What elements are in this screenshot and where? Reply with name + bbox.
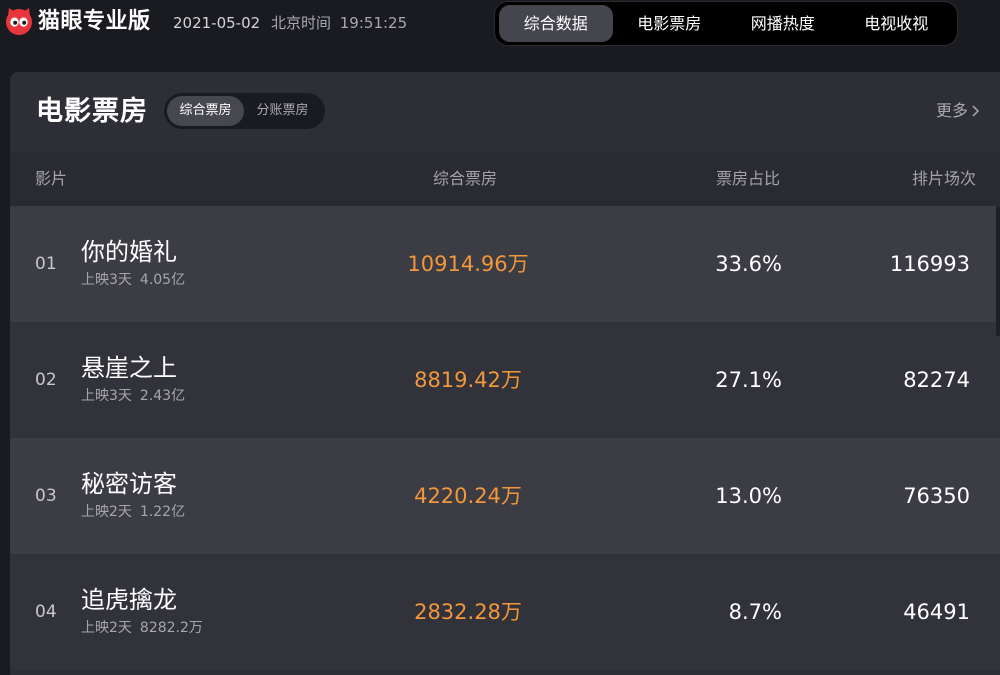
table-row[interactable]: 01 你的婚礼 上映3天 4.05亿 10914.96万 33.6% 116993 [10,206,1000,322]
timezone-label: 北京时间 [270,14,331,32]
daily-boxoffice: 2832.28万 [414,600,522,624]
row-rank: 03 [35,486,57,506]
table-row[interactable]: 04 追虎擒龙 上映2天 8282.2万 2832.28万 8.7% 46491 [10,554,1000,670]
release-days: 上映3天 [81,272,132,288]
column-header-film: 影片 [35,169,68,188]
boxoffice-ratio: 27.1% [715,368,782,392]
release-days: 上映2天 [81,504,132,520]
column-header-boxoffice: 综合票房 [433,169,498,188]
show-count: 82274 [903,368,970,392]
column-header-shows: 排片场次 [911,169,976,188]
app-logo-text[interactable]: 猫眼专业版 [38,7,151,37]
row-rank: 04 [35,602,57,622]
tab-tv-ratings[interactable]: 电视收视 [840,5,954,42]
tab-movie-boxoffice[interactable]: 电影票房 [613,5,727,42]
film-title[interactable]: 秘密访客 [81,469,177,499]
datetime-display: 2021-05-02 北京时间 19:51:25 [173,13,407,33]
table-header: 影片 综合票房 票房占比 排片场次 [10,152,1000,206]
top-bar: 猫眼专业版 2021-05-02 北京时间 19:51:25 综合数据 电影票房… [0,0,1000,54]
boxoffice-ratio: 8.7% [728,600,782,624]
row-rank: 02 [35,370,57,390]
subtab-split-boxoffice[interactable]: 分账票房 [244,96,321,126]
panel-header: 电影票房 综合票房 分账票房 更多 [10,72,1000,152]
more-link[interactable]: 更多 [936,100,980,122]
table-row[interactable]: 02 悬崖之上 上映3天 2.43亿 8819.42万 27.1% 82274 [10,322,1000,438]
boxoffice-table-body: 01 你的婚礼 上映3天 4.05亿 10914.96万 33.6% 116993… [10,206,1000,670]
boxoffice-type-toggle: 综合票房 分账票房 [164,93,325,129]
total-boxoffice: 8282.2万 [139,620,203,636]
daily-boxoffice: 10914.96万 [407,252,529,276]
show-count: 76350 [903,484,970,508]
tab-comprehensive-data[interactable]: 综合数据 [499,5,613,42]
boxoffice-ratio: 33.6% [715,252,782,276]
boxoffice-panel: 电影票房 综合票房 分账票房 更多 影片 综合票房 票房占比 排片场次 01 你… [10,72,1000,675]
table-row[interactable]: 03 秘密访客 上映2天 1.22亿 4220.24万 13.0% 76350 [10,438,1000,554]
row-rank: 01 [35,254,57,274]
main-nav-tabs: 综合数据 电影票房 网播热度 电视收视 [494,1,958,46]
current-time: 19:51:25 [339,14,408,32]
daily-boxoffice: 4220.24万 [414,484,522,508]
maoyan-cat-logo-icon[interactable] [4,6,34,36]
daily-boxoffice: 8819.42万 [414,368,522,392]
film-title[interactable]: 追虎擒龙 [81,585,177,615]
show-count: 46491 [903,600,970,624]
boxoffice-ratio: 13.0% [715,484,782,508]
film-title[interactable]: 你的婚礼 [81,237,177,267]
total-boxoffice: 4.05亿 [139,272,186,288]
column-header-ratio: 票房占比 [716,169,781,188]
total-boxoffice: 1.22亿 [139,504,186,520]
total-boxoffice: 2.43亿 [139,388,186,404]
panel-title: 电影票房 [36,96,148,127]
film-release-info: 上映2天 1.22亿 [81,503,185,521]
film-release-info: 上映2天 8282.2万 [81,619,203,637]
show-count: 116993 [889,252,970,276]
film-release-info: 上映3天 2.43亿 [81,387,185,405]
more-label: 更多 [935,101,968,120]
release-days: 上映3天 [81,388,132,404]
film-release-info: 上映3天 4.05亿 [81,271,185,289]
table-scrollbar[interactable] [996,206,1000,336]
current-date: 2021-05-02 [173,14,261,32]
release-days: 上映2天 [81,620,132,636]
chevron-right-icon [972,105,980,117]
tab-online-popularity[interactable]: 网播热度 [726,5,840,42]
film-title[interactable]: 悬崖之上 [81,353,177,383]
subtab-comprehensive-boxoffice[interactable]: 综合票房 [167,96,244,126]
